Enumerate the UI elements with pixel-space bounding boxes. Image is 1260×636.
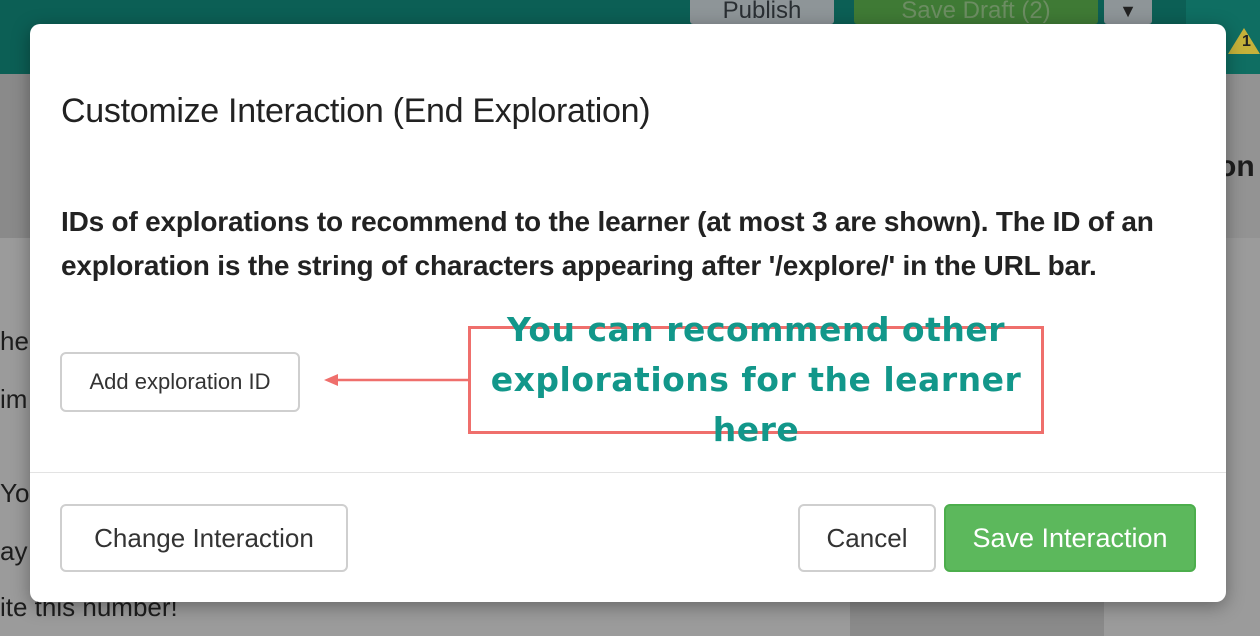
- background-text-line: ay: [0, 536, 28, 566]
- save-draft-button: Save Draft (2): [854, 0, 1098, 24]
- change-interaction-button[interactable]: Change Interaction: [60, 504, 348, 572]
- modal-title: Customize Interaction (End Exploration): [61, 92, 651, 130]
- publish-button: Publish: [690, 0, 834, 24]
- warning-count: 1: [1242, 33, 1251, 50]
- background-text-line: he: [0, 326, 29, 356]
- save-interaction-button[interactable]: Save Interaction: [944, 504, 1196, 572]
- chevron-down-icon: ▼: [1104, 0, 1152, 24]
- cancel-button[interactable]: Cancel: [798, 504, 936, 572]
- annotation-callout: You can recommend other explorations for…: [468, 310, 1044, 449]
- modal-footer-divider: [30, 472, 1226, 473]
- background-text-line: im: [0, 384, 28, 414]
- recommendation-description: IDs of explorations to recommend to the …: [61, 206, 1154, 281]
- arrow-left-icon: [324, 374, 468, 386]
- add-exploration-id-button[interactable]: Add exploration ID: [60, 352, 300, 412]
